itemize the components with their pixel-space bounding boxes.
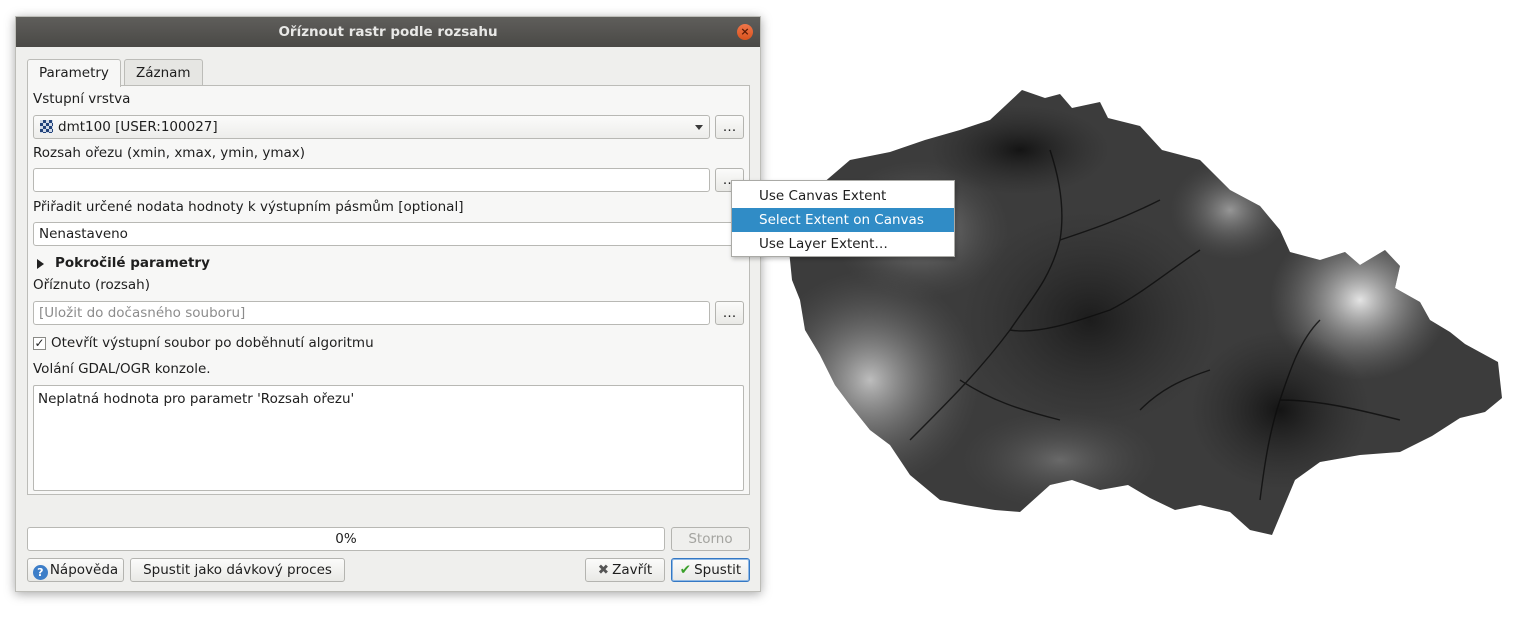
open-output-checkbox[interactable]: ✓ xyxy=(33,337,46,350)
open-output-label: Otevřít výstupní soubor po doběhnutí alg… xyxy=(51,335,374,351)
input-layer-label: Vstupní vrstva xyxy=(33,91,131,107)
menu-item-select-extent-on-canvas[interactable]: Select Extent on Canvas xyxy=(732,208,954,232)
clip-raster-dialog: Oříznout rastr podle rozsahu × Parametry… xyxy=(15,16,761,592)
input-layer-combo[interactable]: dmt100 [USER:100027] xyxy=(33,115,710,139)
menu-item-use-layer-extent[interactable]: Use Layer Extent… xyxy=(732,232,954,256)
output-label: Oříznuto (rozsah) xyxy=(33,277,150,293)
dialog-title: Oříznout rastr podle rozsahu xyxy=(278,24,498,40)
run-button-label: Spustit xyxy=(694,562,742,578)
checkmark-icon: ✔ xyxy=(679,562,692,578)
progress-text: 0% xyxy=(335,531,357,547)
map-canvas[interactable] xyxy=(760,80,1514,550)
dialog-titlebar[interactable]: Oříznout rastr podle rozsahu × xyxy=(16,17,760,47)
help-button[interactable]: ? Nápověda xyxy=(27,558,124,582)
run-button[interactable]: ✔ Spustit xyxy=(671,558,750,582)
console-textarea[interactable]: Neplatná hodnota pro parametr 'Rozsah oř… xyxy=(33,385,744,491)
output-file-input[interactable]: [Uložit do dočasného souboru] xyxy=(33,301,710,325)
close-icon[interactable]: × xyxy=(737,24,753,40)
extent-label: Rozsah ořezu (xmin, xmax, ymin, ymax) xyxy=(33,145,306,161)
expand-triangle-icon[interactable] xyxy=(37,259,44,269)
chevron-down-icon xyxy=(695,125,703,130)
progress-bar: 0% xyxy=(27,527,665,551)
close-button[interactable]: ✖ Zavřít xyxy=(585,558,665,582)
nodata-input[interactable]: Nenastaveno xyxy=(33,222,744,246)
console-text: Neplatná hodnota pro parametr 'Rozsah oř… xyxy=(38,391,355,407)
batch-process-button[interactable]: Spustit jako dávkový proces xyxy=(130,558,345,582)
help-icon: ? xyxy=(32,565,48,580)
output-placeholder: [Uložit do dočasného souboru] xyxy=(39,305,246,321)
nodata-label: Přiřadit určené nodata hodnoty k výstupn… xyxy=(33,199,464,215)
advanced-parameters-toggle[interactable]: Pokročilé parametry xyxy=(55,255,210,271)
input-layer-value: dmt100 [USER:100027] xyxy=(58,119,218,135)
close-button-label: Zavřít xyxy=(612,562,653,578)
output-browse-button[interactable]: … xyxy=(715,301,744,325)
raster-layer-icon xyxy=(40,120,53,133)
close-x-icon: ✖ xyxy=(597,562,610,578)
tab-log[interactable]: Záznam xyxy=(124,59,203,86)
console-label: Volání GDAL/OGR konzole. xyxy=(33,361,211,377)
tab-parameters[interactable]: Parametry xyxy=(27,59,121,87)
help-button-label: Nápověda xyxy=(49,562,119,578)
cancel-button[interactable]: Storno xyxy=(671,527,750,551)
menu-item-use-canvas-extent[interactable]: Use Canvas Extent xyxy=(732,184,954,208)
input-layer-browse-button[interactable]: … xyxy=(715,115,744,139)
extent-input[interactable] xyxy=(33,168,710,192)
extent-context-menu: Use Canvas Extent Select Extent on Canva… xyxy=(731,180,955,257)
